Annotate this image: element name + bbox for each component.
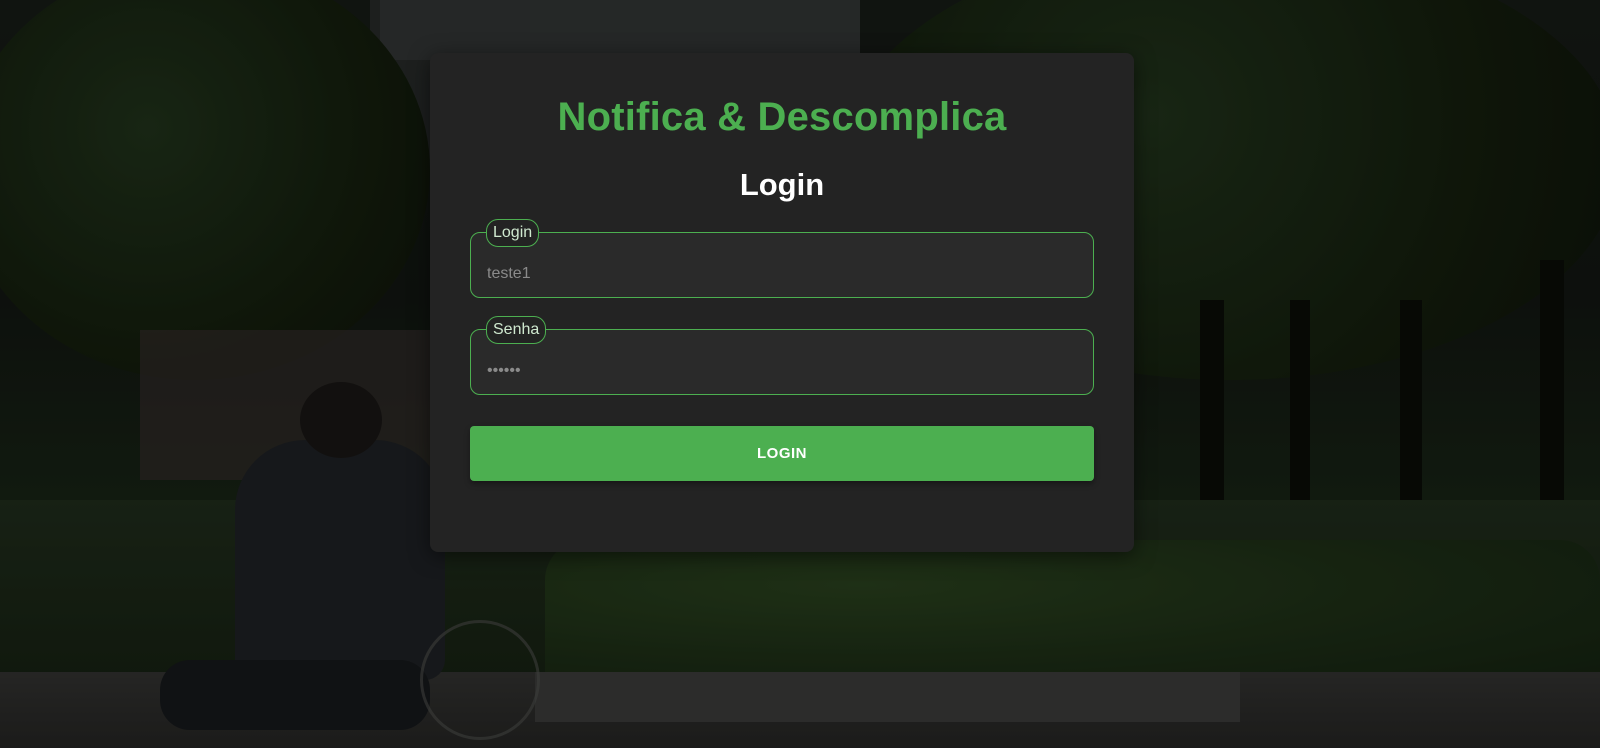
login-heading: Login xyxy=(739,167,825,202)
login-input[interactable] xyxy=(471,233,1093,297)
login-button[interactable]: LOGIN xyxy=(470,426,1094,481)
brand-title: Notifica & Descomplica xyxy=(557,95,1007,139)
password-input[interactable] xyxy=(471,330,1093,394)
login-field[interactable]: Login xyxy=(470,219,1094,298)
password-field[interactable]: Senha xyxy=(470,316,1094,395)
login-card: Notifica & Descomplica Login Login Senha… xyxy=(430,53,1134,552)
